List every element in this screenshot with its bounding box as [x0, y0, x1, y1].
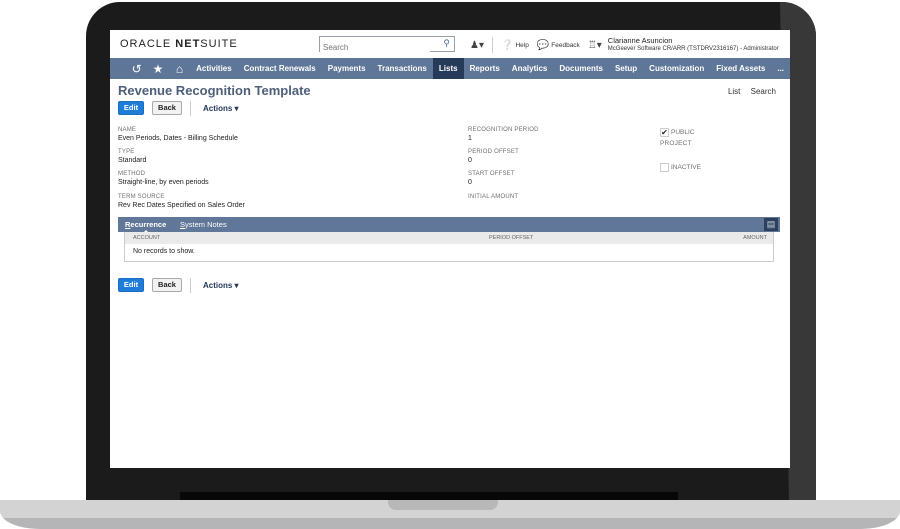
search-input[interactable] [320, 40, 430, 55]
back-button[interactable]: Back [152, 101, 182, 115]
nav-transactions[interactable]: Transactions [372, 58, 433, 79]
nav-lists[interactable]: Lists [432, 58, 464, 79]
global-search[interactable]: ⚲ [319, 36, 455, 55]
public-checkbox[interactable]: ✔ [660, 128, 669, 138]
role-switch-icon[interactable]: ♖▾ [588, 40, 602, 51]
nav-fixed-assets[interactable]: Fixed Assets [710, 58, 771, 79]
method-label: METHOD [118, 171, 146, 177]
term-source-value: Rev Rec Dates Specified on Sales Order [118, 202, 245, 209]
field-method: METHOD Straight-line, by even periods [118, 171, 209, 186]
recent-records-icon[interactable]: ♟▾ [470, 40, 484, 51]
subtab-bar: Recurrence System Notes ▤ [118, 217, 780, 233]
nav-payments[interactable]: Payments [322, 58, 372, 79]
header-utilities: ♟▾ ❔ Help 💬 Feedback ♖▾ Clarianne Asunci… [470, 35, 779, 55]
inactive-label: INACTIVE [671, 164, 701, 172]
search-icon[interactable]: ⚲ [443, 38, 450, 49]
nav-reports[interactable]: Reports [464, 58, 506, 79]
header-divider [491, 37, 493, 53]
recognition-period-value: 1 [468, 135, 472, 142]
top-header: ORACLE NETSUITE ⚲ ♟▾ ❔ Help 💬 Feedback ♖… [110, 30, 790, 58]
name-label: NAME [118, 127, 137, 133]
netsuite-logo[interactable]: ORACLE NETSUITE [120, 38, 238, 50]
search-link[interactable]: Search [751, 87, 776, 96]
recent-history-icon[interactable]: ↺ [126, 62, 147, 76]
actions-menu[interactable]: Actions ▾ [203, 104, 239, 113]
type-value: Standard [118, 157, 147, 164]
tab-system-notes[interactable]: System Notes [180, 220, 227, 229]
top-button-bar: Edit Back Actions ▾ [118, 100, 239, 116]
user-name: Clarianne Asuncion [607, 36, 673, 45]
column-account[interactable]: ACCOUNT [133, 235, 160, 241]
recognition-period-label: RECOGNITION PERIOD [468, 127, 539, 133]
tab-system-notes-label: ystem Notes [185, 220, 227, 229]
user-account-role: McGeever Software CR/ARR (TSTDRV2316167)… [607, 46, 779, 52]
nav-documents[interactable]: Documents [553, 58, 609, 79]
user-menu[interactable]: Clarianne Asuncion McGeever Software CR/… [608, 37, 779, 53]
period-offset-value: 0 [468, 157, 472, 164]
help-link[interactable]: Help [515, 42, 528, 49]
grid-empty-message: No records to show. [133, 248, 195, 255]
app-screen: ORACLE NETSUITE ⚲ ♟▾ ❔ Help 💬 Feedback ♖… [110, 30, 790, 468]
period-offset-label: PERIOD OFFSET [468, 149, 519, 155]
nav-contract-renewals[interactable]: Contract Renewals [238, 58, 322, 79]
inactive-checkbox[interactable] [660, 163, 669, 173]
main-nav: ↺ ★ ⌂ Activities Contract Renewals Payme… [110, 58, 790, 79]
field-type: TYPE Standard [118, 149, 146, 164]
term-source-label: TERM SOURCE [118, 194, 165, 200]
logo-net-text: NET [175, 38, 201, 50]
laptop-base [0, 500, 900, 529]
field-recognition-period: RECOGNITION PERIOD 1 [468, 127, 539, 142]
field-term-source: TERM SOURCE Rev Rec Dates Specified on S… [118, 194, 245, 209]
laptop-notch [388, 500, 498, 510]
bottom-button-bar: Edit Back Actions ▾ [118, 277, 239, 293]
type-label: TYPE [118, 149, 135, 155]
nav-more[interactable]: ... [771, 58, 790, 79]
field-start-offset: START OFFSET 0 [468, 171, 515, 186]
record-links: List Search [720, 87, 776, 96]
start-offset-value: 0 [468, 179, 472, 186]
tab-recurrence-label: ecurrence [130, 220, 167, 229]
column-period-offset[interactable]: PERIOD OFFSET [489, 235, 533, 241]
initial-amount-label: INITIAL AMOUNT [468, 194, 519, 200]
nav-setup[interactable]: Setup [609, 58, 643, 79]
actions-menu-bottom[interactable]: Actions ▾ [203, 281, 239, 290]
column-amount[interactable]: AMOUNT [743, 235, 767, 241]
edit-button[interactable]: Edit [118, 101, 144, 115]
page-title: Revenue Recognition Template [118, 83, 311, 98]
name-value: Even Periods, Dates - Billing Schedule [118, 135, 238, 142]
field-project: PROJECT [660, 140, 692, 147]
bezel-slot [180, 492, 678, 500]
grid-header: ACCOUNT PERIOD OFFSET AMOUNT [125, 232, 773, 244]
field-name: NAME Even Periods, Dates - Billing Sched… [118, 127, 238, 142]
laptop-base-lower [0, 518, 900, 529]
button-divider [190, 100, 191, 116]
feedback-icon[interactable]: 💬 [537, 40, 549, 51]
nav-activities[interactable]: Activities [190, 58, 238, 79]
field-period-offset: PERIOD OFFSET 0 [468, 149, 519, 164]
project-label: PROJECT [660, 140, 692, 147]
field-inactive: INACTIVE [660, 159, 701, 177]
list-link[interactable]: List [728, 87, 740, 96]
edit-button-bottom[interactable]: Edit [118, 278, 144, 292]
tab-recurrence[interactable]: Recurrence [125, 220, 167, 233]
logo-oracle-text: ORACLE [120, 38, 176, 50]
method-value: Straight-line, by even periods [118, 179, 209, 186]
subtab-layout-icon[interactable]: ▤ [764, 218, 778, 231]
star-icon[interactable]: ★ [147, 62, 168, 76]
start-offset-label: START OFFSET [468, 171, 515, 177]
back-button-bottom[interactable]: Back [152, 278, 182, 292]
public-label: PUBLIC [671, 129, 695, 137]
nav-analytics[interactable]: Analytics [506, 58, 554, 79]
recurrence-grid: ACCOUNT PERIOD OFFSET AMOUNT No records … [124, 232, 774, 262]
feedback-link[interactable]: Feedback [551, 42, 580, 49]
help-icon[interactable]: ❔ [501, 40, 513, 51]
button-divider-bottom [190, 277, 191, 293]
nav-customization[interactable]: Customization [643, 58, 710, 79]
home-icon[interactable]: ⌂ [169, 62, 190, 76]
field-initial-amount: INITIAL AMOUNT [468, 194, 518, 200]
logo-suite-text: SUITE [200, 38, 238, 50]
